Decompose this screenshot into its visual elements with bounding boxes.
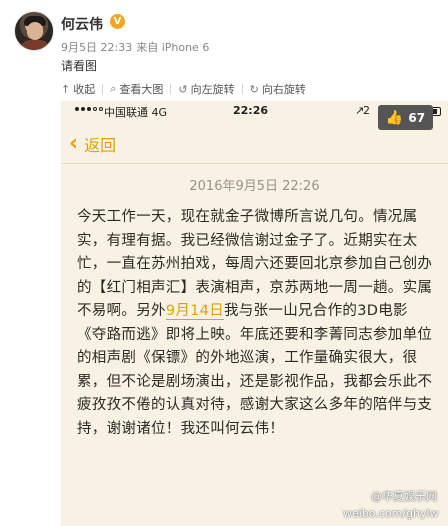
watermark: @华夏娱乐网 [371, 490, 437, 503]
divider [61, 163, 448, 164]
user-name[interactable]: 何云伟 [61, 14, 103, 34]
back-label: 返回 [84, 136, 117, 155]
back-button: ‹ 返回 [69, 132, 116, 156]
search-icon: ⌕ [110, 82, 117, 95]
rotate-right-icon: ↻ [249, 82, 259, 96]
like-button[interactable]: 👍 67 [378, 105, 433, 130]
post-meta: 9月5日 22:33 来自 iPhone 6 [61, 39, 213, 55]
divider [102, 84, 104, 94]
note-body: 今天工作一天，现在就金子微博所言说几句。情况属实，有理有据。我已经微信谢过金子了… [77, 206, 435, 441]
divider [170, 84, 172, 94]
rotate-left-button[interactable]: ↺ 向左旋转 [178, 81, 234, 97]
image-action-bar: ↑ 收起 ⌕ 查看大图 ↺ 向左旋转 ↻ 向右旋转 [61, 80, 306, 98]
post-source: 来自 iPhone 6 [136, 41, 210, 54]
signal-strength-icon [75, 107, 103, 111]
post-text: 请看图 [61, 59, 98, 73]
note-date: 2016年9月5日 22:26 [189, 179, 320, 194]
like-count: 67 [408, 110, 426, 125]
status-time: 22:26 [233, 104, 269, 117]
carrier-label: 中国联通 4G [104, 106, 168, 119]
verified-badge-icon: V [110, 14, 125, 29]
status-lock-text: 2 [363, 104, 370, 117]
rotate-right-label: 向右旋转 [261, 83, 306, 96]
avatar-suit [19, 40, 51, 50]
thumbs-up-icon: 👍 [385, 109, 404, 126]
post-date[interactable]: 9月5日 22:33 [61, 41, 132, 54]
divider [241, 84, 243, 94]
chevron-left-icon: ‹ [69, 131, 79, 156]
attached-image[interactable]: 中国联通 4G 22:26 ↗ 2 👍 67 ‹ 返回 2016年9月5日 22… [61, 101, 448, 526]
date-link: 9月14日 [165, 303, 224, 320]
view-large-image-button[interactable]: ⌕ 查看大图 [110, 81, 163, 97]
avatar-face [27, 22, 43, 40]
watermark-url: weibo.com/ghylw [343, 507, 439, 520]
collapse-button[interactable]: ↑ 收起 [61, 81, 95, 97]
rotate-left-icon: ↺ [178, 82, 188, 96]
view-large-image-label: 查看大图 [119, 83, 164, 96]
note-text: 我与张一山兄合作的3D电影《夺路而逃》即将上映。年底还要和李菁同志参加单位的相声… [77, 303, 433, 437]
collapse-label: 收起 [73, 83, 96, 96]
rotate-right-button[interactable]: ↻ 向右旋转 [250, 81, 306, 97]
rotate-left-label: 向左旋转 [190, 83, 235, 96]
avatar[interactable] [14, 11, 54, 51]
collapse-icon: ↑ [61, 82, 71, 96]
